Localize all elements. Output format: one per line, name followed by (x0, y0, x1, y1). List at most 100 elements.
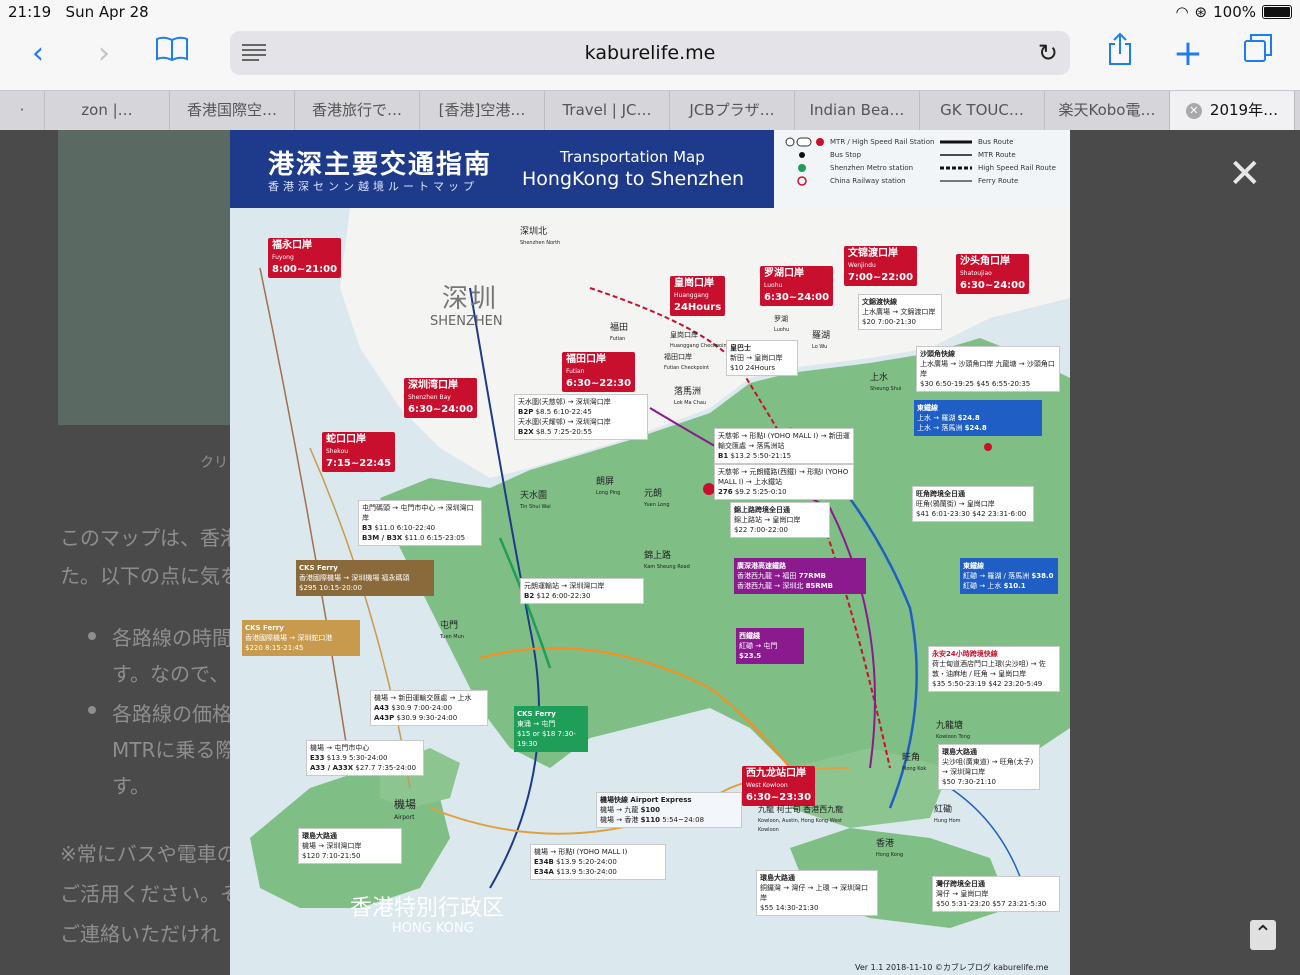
bookmarks-icon[interactable] (150, 32, 194, 76)
tab-0[interactable]: · (0, 91, 45, 130)
port-hours: 6:30~24:00 (764, 292, 830, 303)
forward-button[interactable]: › (82, 32, 126, 76)
station-label: 機場 Airport (394, 798, 416, 821)
share-button[interactable] (1098, 32, 1142, 76)
port-shenzhen-bay: 深圳湾口岸 Shenzhen Bay 6:30~24:00 (404, 378, 478, 418)
map-title-jp: 港深主要交通指南 (268, 150, 493, 180)
info-box-cks-ferry-2: CKS Ferry 香港國際機場 → 深圳蛇口港 $220 8:15-21:45 (242, 620, 360, 656)
region-hk-cn: 香港特別行政区 (350, 896, 505, 921)
tab-4[interactable]: [香港]空港… (420, 91, 545, 130)
article-thumbnail (58, 130, 238, 425)
battery-percent: 100% (1213, 3, 1256, 21)
port-name: 西九龙站口岸 (746, 768, 806, 779)
tab-active-label: 2019年… (1209, 101, 1279, 119)
port-hours: 7:15~22:45 (326, 458, 392, 469)
status-left: 21:19 Sun Apr 28 (8, 3, 149, 21)
back-button[interactable]: ‹ (16, 32, 60, 76)
port-name: 深圳湾口岸 (408, 380, 458, 391)
tabs-icon (1244, 34, 1272, 62)
info-box-xrl: 廣深港高速鐵路 香港西九龍 → 福田 77RMB 香港西九龍 → 深圳北 85RMB (734, 558, 866, 594)
port-en: Luohu (764, 282, 783, 289)
info-box-east-rail-1: 東鐵線 上水 → 羅湖 $24.8 上水 → 落馬洲 $24.8 (914, 400, 1042, 436)
map-legend: MTR / High Speed Rail Station Bus Stop S… (782, 134, 1062, 206)
info-box-wanchai-allday: 灣仔跨境全日通 灣仔 → 皇崗口岸 $50 5:31-23:20 $57 23:21… (932, 876, 1060, 912)
article-bullet (88, 632, 96, 640)
port-en: Shekou (326, 448, 349, 455)
tab-close-icon[interactable]: ✕ (1185, 102, 1202, 119)
station-label: 香港 Hong Kong (876, 839, 904, 858)
info-box-east-rail-2: 東鐵線 紅磡 → 羅湖 / 落馬洲 $38.0 紅磡 → 上水 $10.1 (960, 558, 1058, 594)
info-box-kmb-b1: 天慈邨 → 形點I (YOHO MALL I) → 新田運輸交匯處 → 落馬洲站… (714, 428, 854, 464)
book-icon (156, 36, 188, 62)
station-label: 旺角 Mong Kok (902, 753, 927, 772)
info-box-shatoujiao-bus: 沙頭角快線 上水廣場 → 沙頭角口岸 九龍塘 → 沙頭角口岸 $30 6:50-19… (916, 346, 1060, 392)
browser-toolbar: ‹ › kaburelife.me ↻ + (0, 24, 1300, 90)
port-west-kowloon: 西九龙站口岸 West Kowloon 6:30~23:30 (742, 766, 816, 806)
port-en: Fuyong (272, 254, 294, 261)
info-box-kingbus: 錦上路跨境全日通 錦上路站 → 皇崗口岸 $22 7:00-22:00 (730, 502, 830, 538)
port-name: 沙头角口岸 (960, 256, 1010, 267)
tab-7[interactable]: Indian Bea… (795, 91, 920, 130)
tab-5[interactable]: Travel | JC… (545, 91, 670, 130)
port-name: 福永口岸 (272, 240, 312, 251)
region-hk-en: HONG KONG (392, 921, 474, 936)
tabs-overview-button[interactable] (1236, 32, 1280, 76)
port-fuyong: 福永口岸 Fuyong 8:00~21:00 (268, 238, 342, 278)
region-shenzhen-en: SHENZHEN (430, 314, 503, 329)
article-line: このマップは、香港 (60, 526, 240, 550)
port-huanggang: 皇崗口岸 Huanggang 24Hours (670, 276, 726, 316)
port-hours: 8:00~21:00 (272, 264, 338, 275)
port-en: Shatoujiao (960, 270, 992, 277)
port-name: 福田口岸 (566, 354, 606, 365)
tab-1[interactable]: zon |… (45, 91, 170, 130)
info-box-citybus-b3: 屯門碼頭 → 屯門市中心 → 深圳灣口岸 B3 $11.0 6:10-22:40 B… (358, 500, 482, 546)
port-shatoujiao: 沙头角口岸 Shatoujiao 6:30~24:00 (956, 254, 1030, 294)
station-label: 深圳北 Shenzhen North (520, 227, 561, 246)
scroll-to-top-icon[interactable]: ⌃ (1250, 920, 1276, 950)
rotation-lock-icon: ⊛ (1194, 3, 1208, 21)
tab-2[interactable]: 香港国際空… (170, 91, 295, 130)
map-footer: Ver 1.1 2018-11-10 ©カブレブログ kaburelife.me (855, 963, 1049, 972)
tab-9[interactable]: 楽天Kobo電… (1045, 91, 1170, 130)
article-line: MTRに乗る際 (112, 738, 236, 762)
reload-icon[interactable]: ↻ (1038, 39, 1058, 67)
status-bar: 21:19 Sun Apr 28 ◠ ⊛ 100% (0, 0, 1300, 24)
article-caption: クリ (200, 455, 228, 471)
info-box-west-rail: 西鐵綫 紅磡 → 屯門 $23.5 (736, 628, 804, 664)
station-label: 紅磡 Hung Hom (934, 805, 961, 824)
info-box-kmb-276: 天慈邨 → 元朗鐵路(西鐵) → 形點I (YOHO MALL I) → 上水鐵… (714, 464, 854, 500)
new-tab-button[interactable]: + (1166, 32, 1210, 76)
close-icon[interactable]: ✕ (1228, 150, 1262, 198)
station-label: 九龍塘 Kowloon Tong (936, 721, 971, 740)
station-label: 皇岗口岸 Huanggang Checkpoint (670, 331, 729, 349)
port-en: Futian (566, 368, 585, 375)
address-bar[interactable]: kaburelife.me ↻ (230, 31, 1070, 75)
tab-3[interactable]: 香港旅行で… (295, 91, 420, 130)
station-label: 落馬洲 Lok Ma Chau (674, 387, 707, 406)
tab-8[interactable]: GK TOUC… (920, 91, 1045, 130)
info-box-kmb-e33: 機場 → 屯門市中心 E33 $13.9 5:30-24:00 A33 / A33X… (306, 740, 424, 776)
port-en: Wenjindu (848, 262, 876, 269)
info-box-lwb-a43: 機場 → 新田運輸交匯處 → 上水 A43 $30.9 7:00-24:00 A43… (370, 690, 488, 726)
station-label: 九龍 柯士甸 香港西九龍 Kowloon, Austin, Hong Kong W… (758, 805, 844, 833)
info-box-cks-ferry-3: CKS Ferry 東涌 → 屯門 $15 or $18 7:30-19:30 (514, 706, 588, 752)
info-box-airport-bus: 環島大路通 機場 → 深圳灣口岸 $120 7:10-21:50 (298, 828, 402, 864)
article-line: 各路線の時間 (112, 626, 232, 650)
page-content: クリ このマップは、香港 た。以下の点に気を 各路線の時間 す。なので、 各路線… (0, 130, 1300, 975)
share-icon (1109, 32, 1131, 65)
tab-active[interactable]: ✕ 2019年… (1170, 91, 1295, 130)
port-hours: 24Hours (674, 302, 722, 313)
info-box-lwb-e34b: 機場 → 形點I (YOHO MALL I) E34B $13.9 5:20-24… (530, 844, 666, 880)
battery-icon (1262, 5, 1292, 19)
tab-6[interactable]: JCBプラザ… (670, 91, 795, 130)
port-futian: 福田口岸 Futian 6:30~22:30 (562, 352, 636, 392)
info-box-wenjindu-bus: 文錦渡快線 上水廣場 → 文錦渡口岸 $20 7:00-21:30 (858, 294, 942, 330)
article-line: ご連絡いただけれ (60, 922, 220, 946)
legend-symbols (785, 137, 972, 186)
port-shekou: 蛇口口岸 Shekou 7:15~22:45 (322, 432, 396, 472)
map-title-en-1: Transportation Map (560, 148, 705, 166)
port-hours: 6:30~22:30 (566, 378, 632, 389)
port-en: Shenzhen Bay (408, 394, 451, 401)
article-line: す。なので、 (112, 662, 230, 686)
map-image: 港深主要交通指南 香港深センン越境ルートマップ Transportation M… (230, 130, 1070, 975)
